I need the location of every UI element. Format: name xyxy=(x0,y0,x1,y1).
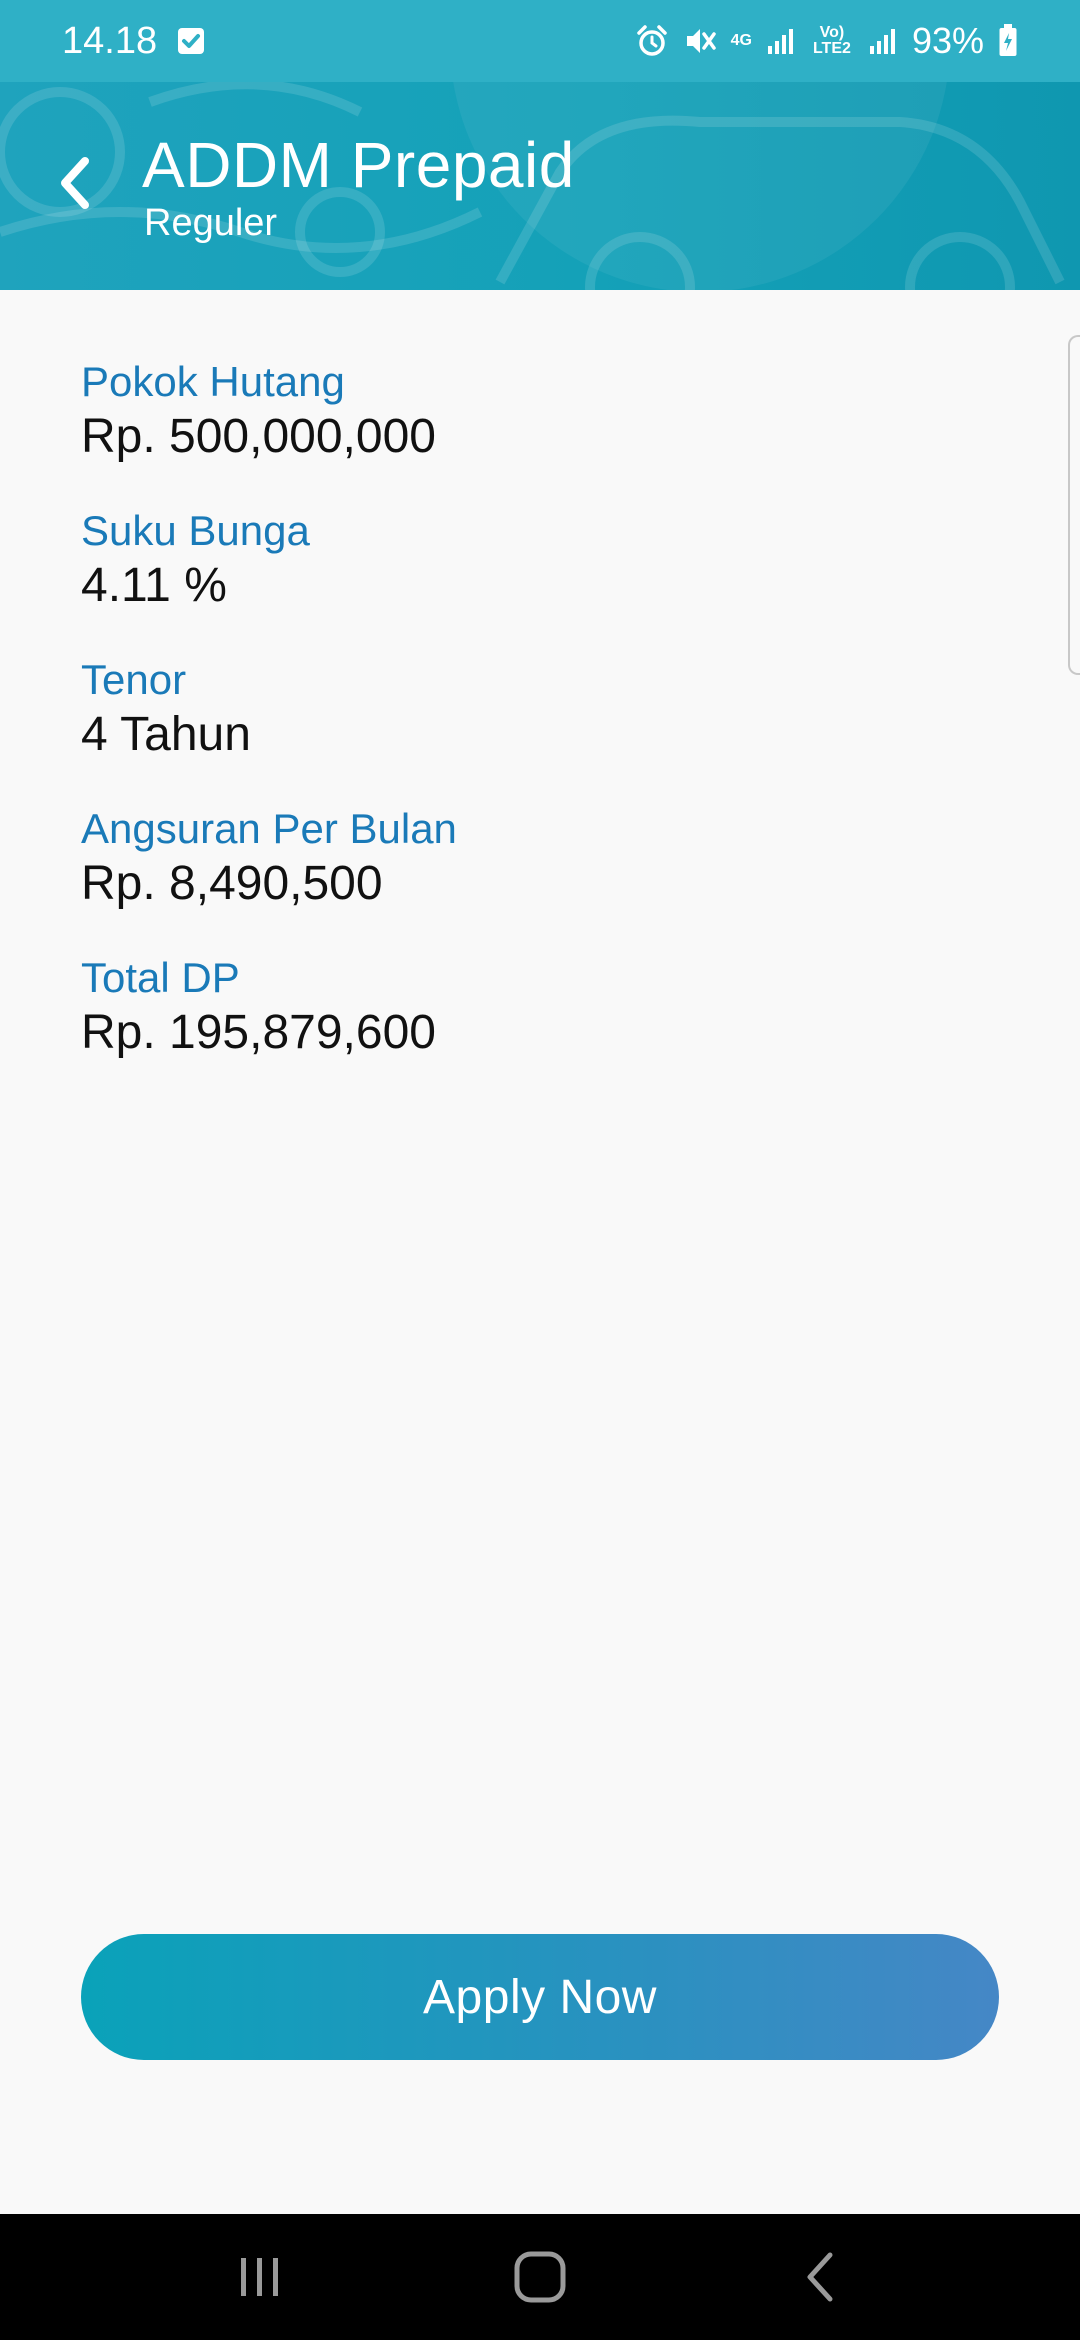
nav-recents-button[interactable] xyxy=(200,2227,320,2327)
mute-icon xyxy=(683,24,717,58)
field-value: 4 Tahun xyxy=(81,708,251,761)
field-label: Total DP xyxy=(81,954,240,1001)
back-icon xyxy=(807,2252,833,2302)
field-value: Rp. 8,490,500 xyxy=(81,857,383,910)
app-header: ADDM Prepaid Reguler xyxy=(0,82,1080,290)
home-icon xyxy=(514,2251,566,2303)
network-type-label: 4G xyxy=(730,32,752,49)
field-angsuran-per-bulan: Angsuran Per Bulan Rp. 8,490,500 xyxy=(81,803,457,913)
field-label: Pokok Hutang xyxy=(81,358,345,405)
signal-icon xyxy=(868,26,898,56)
volte-label: Vo) LTE2 xyxy=(812,24,851,57)
status-time: 14.18 xyxy=(62,19,158,62)
scroll-handle[interactable] xyxy=(1068,335,1080,675)
nav-back-button[interactable] xyxy=(760,2227,880,2327)
system-nav-bar xyxy=(0,2214,1080,2340)
chevron-left-icon xyxy=(61,157,89,209)
field-suku-bunga: Suku Bunga 4.11 % xyxy=(81,505,310,615)
page-subtitle: Reguler xyxy=(144,202,278,244)
field-total-dp: Total DP Rp. 195,879,600 xyxy=(81,952,436,1062)
apply-now-button[interactable]: Apply Now xyxy=(81,1934,999,2060)
alarm-icon xyxy=(635,24,669,58)
page-title: ADDM Prepaid xyxy=(142,129,575,201)
status-right: 4G Vo) LTE2 93% xyxy=(635,20,1018,62)
field-pokok-hutang: Pokok Hutang Rp. 500,000,000 xyxy=(81,356,436,466)
nav-home-button[interactable] xyxy=(480,2227,600,2327)
back-button[interactable] xyxy=(40,148,110,218)
field-label: Tenor xyxy=(81,656,187,703)
field-label: Angsuran Per Bulan xyxy=(81,805,457,852)
battery-charging-icon xyxy=(998,24,1018,58)
screen: 14.18 4G Vo) LTE2 93% ADDM Prepaid Regul… xyxy=(0,0,1080,2340)
battery-percent: 93% xyxy=(911,20,984,61)
check-square-icon xyxy=(177,27,205,55)
signal-icon xyxy=(766,26,796,56)
recents-icon xyxy=(241,2258,278,2296)
field-label: Suku Bunga xyxy=(81,507,310,554)
field-tenor: Tenor 4 Tahun xyxy=(81,654,251,764)
network-type: 4G xyxy=(731,33,752,49)
status-left: 14.18 xyxy=(62,20,205,63)
field-value: Rp. 500,000,000 xyxy=(81,410,436,463)
field-value: Rp. 195,879,600 xyxy=(81,1006,436,1059)
status-bar: 14.18 4G Vo) LTE2 93% xyxy=(0,0,1080,82)
field-value: 4.11 % xyxy=(81,559,227,612)
